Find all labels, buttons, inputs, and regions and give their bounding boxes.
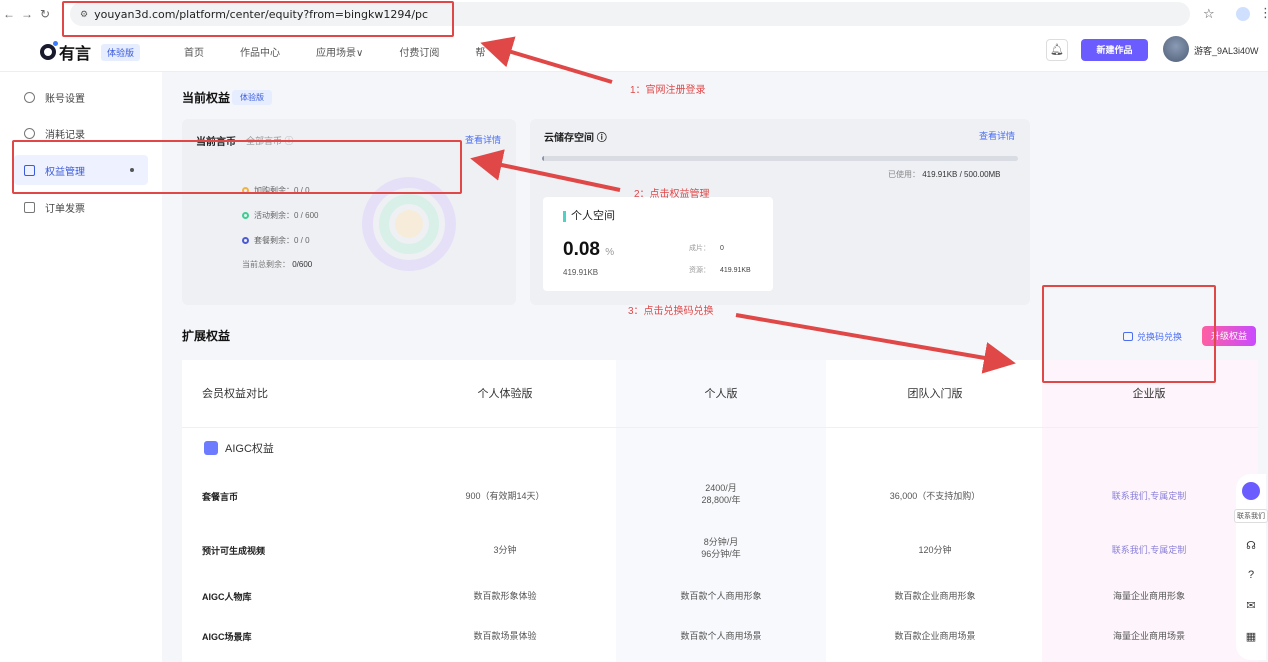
annotation-step-3: 3：点击兑换码兑换 [628, 306, 714, 317]
annotation-step-2: 2：点击权益管理 [634, 189, 710, 200]
annotation-step-1: 1：官网注册登录 [630, 85, 706, 96]
annotation-arrow-3 [735, 313, 1016, 374]
annotation-arrow-2 [470, 149, 621, 192]
annotation-arrows [470, 36, 1016, 374]
annotation-arrow-1 [480, 36, 613, 84]
